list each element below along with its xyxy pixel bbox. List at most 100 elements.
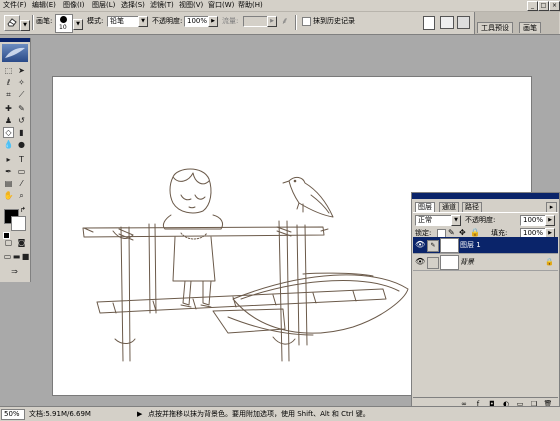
layer-name[interactable]: 背景 bbox=[460, 257, 474, 267]
flow-label: 流量: bbox=[222, 17, 239, 25]
menu-image[interactable]: 图像(I) bbox=[63, 1, 85, 10]
zoom-field[interactable]: 50% bbox=[1, 409, 25, 420]
toolbox-titlebar[interactable] bbox=[0, 38, 30, 42]
magic-wand-tool-icon[interactable]: ✧ bbox=[16, 77, 27, 88]
path-selection-tool-icon[interactable]: ▸ bbox=[3, 154, 14, 165]
menu-file[interactable]: 文件(F) bbox=[3, 1, 27, 10]
mode-label: 模式: bbox=[87, 17, 104, 25]
panel-titlebar[interactable] bbox=[412, 193, 559, 199]
background-color-swatch[interactable] bbox=[11, 216, 26, 231]
eyedropper-tool-icon[interactable]: ⁄ bbox=[16, 178, 27, 189]
tab-brushes[interactable]: 画笔 bbox=[519, 22, 541, 33]
zoom-tool-icon[interactable]: ⌕ bbox=[16, 190, 27, 201]
airbrush-icon[interactable]: ⸙ bbox=[281, 17, 289, 27]
layers-panel: 图层 通道 路径 ▸ 正常 ▼ 不透明度: 100% ▶ 锁定: ✎ ✥ 🔒 填… bbox=[411, 192, 560, 412]
menu-window[interactable]: 窗口(W) bbox=[208, 1, 234, 10]
mode-dropdown-icon[interactable]: ▼ bbox=[138, 16, 148, 27]
palette-well-icon[interactable] bbox=[457, 16, 470, 29]
notes-tool-icon[interactable]: ▤ bbox=[3, 178, 14, 189]
menu-select[interactable]: 选择(S) bbox=[121, 1, 145, 10]
close-button[interactable]: × bbox=[549, 1, 560, 11]
brush-dropdown-icon[interactable]: ▼ bbox=[73, 19, 83, 30]
eye-icon[interactable]: 👁 bbox=[415, 257, 425, 267]
document-size: 文档:5.91M/6.69M bbox=[29, 410, 91, 418]
document-icon[interactable] bbox=[423, 16, 435, 30]
type-tool-icon[interactable]: T bbox=[16, 154, 27, 165]
erase-to-history-checkbox[interactable] bbox=[302, 17, 311, 26]
layer-row-layer-1[interactable]: 👁 ✎ 图层 1 bbox=[413, 237, 558, 254]
slice-tool-icon[interactable]: ⟋ bbox=[16, 89, 27, 100]
move-tool-icon[interactable]: ➤ bbox=[16, 65, 27, 76]
crop-tool-icon[interactable]: ⌗ bbox=[3, 89, 14, 100]
tab-channels[interactable]: 通道 bbox=[439, 202, 459, 212]
jump-to-imageready-icon[interactable]: ⇒ bbox=[9, 266, 20, 277]
lasso-tool-icon[interactable]: ℓ bbox=[3, 77, 14, 88]
separator bbox=[295, 15, 297, 30]
layer-opacity-input[interactable]: 100% bbox=[520, 215, 546, 226]
palette-well: 工具预设 画笔 bbox=[474, 12, 559, 34]
status-hint: 点按并拖移以抹为背景色。要用附加选项，使用 Shift、Alt 和 Ctrl 键… bbox=[148, 410, 370, 418]
opacity-label: 不透明度: bbox=[152, 17, 183, 25]
full-screen-mode-icon[interactable]: ■ bbox=[20, 251, 31, 262]
separator bbox=[32, 15, 34, 30]
photoshop-logo bbox=[2, 44, 28, 62]
menu-layer[interactable]: 图层(L) bbox=[92, 1, 115, 10]
tab-tool-presets[interactable]: 工具预设 bbox=[477, 22, 513, 33]
eraser-icon bbox=[7, 18, 17, 27]
opacity-dropdown-icon[interactable]: ▶ bbox=[208, 16, 218, 27]
marquee-tool-icon[interactable]: ⬚ bbox=[3, 65, 14, 76]
layer-row-background[interactable]: 👁 背景 🔒 bbox=[413, 254, 558, 271]
standard-mode-icon[interactable]: ▢ bbox=[3, 237, 14, 248]
brush-link-icon[interactable]: ✎ bbox=[427, 240, 439, 252]
eraser-tool-icon[interactable]: ◇ bbox=[3, 127, 14, 138]
tab-paths[interactable]: 路径 bbox=[462, 202, 482, 212]
tab-layers[interactable]: 图层 bbox=[415, 202, 435, 212]
link-slot-icon[interactable] bbox=[427, 257, 439, 269]
menu-help[interactable]: 帮助(H) bbox=[238, 1, 263, 10]
swap-colors-icon[interactable]: ↱ bbox=[20, 207, 26, 214]
flow-input[interactable] bbox=[243, 16, 269, 27]
file-browser-icon[interactable] bbox=[440, 16, 454, 29]
blend-mode-select[interactable]: 正常 bbox=[415, 215, 453, 226]
options-bar: ▼ 画笔: 10 ▼ 模式: 铅笔 ▼ 不透明度: 100% ▶ 流量: ▶ ⸙… bbox=[0, 12, 560, 35]
tool-preset-dropdown-icon[interactable]: ▼ bbox=[20, 20, 30, 31]
pen-tool-icon[interactable]: ✒ bbox=[3, 166, 14, 177]
dodge-tool-icon[interactable]: ● bbox=[16, 139, 27, 150]
healing-brush-tool-icon[interactable]: ✚ bbox=[3, 103, 14, 114]
flow-dropdown-icon[interactable]: ▶ bbox=[267, 16, 277, 27]
gradient-tool-icon[interactable]: ▮ bbox=[16, 127, 27, 138]
status-menu-icon[interactable]: ▶ bbox=[137, 410, 142, 418]
brush-label: 画笔: bbox=[36, 17, 53, 25]
clone-stamp-tool-icon[interactable]: ♟ bbox=[3, 115, 14, 126]
shape-tool-icon[interactable]: ▭ bbox=[16, 166, 27, 177]
layer-opacity-label: 不透明度: bbox=[465, 216, 496, 224]
status-bar: 50% 文档:5.91M/6.69M ▶ 点按并拖移以抹为背景色。要用附加选项，… bbox=[0, 406, 560, 421]
toolbox: ⬚ ➤ ℓ ✧ ⌗ ⟋ ✚ ✎ ♟ ↺ ◇ ▮ 💧 ● ▸ T ✒ ▭ ▤ ⁄ … bbox=[0, 38, 31, 282]
layer-name[interactable]: 图层 1 bbox=[460, 240, 481, 250]
layer-thumbnail bbox=[440, 238, 459, 253]
quick-mask-mode-icon[interactable]: ◙ bbox=[16, 237, 27, 248]
history-brush-tool-icon[interactable]: ↺ bbox=[16, 115, 27, 126]
menu-edit[interactable]: 编辑(E) bbox=[32, 1, 56, 10]
eye-icon[interactable]: 👁 bbox=[415, 240, 425, 250]
blend-mode-dropdown-icon[interactable]: ▼ bbox=[451, 215, 461, 226]
brush-tip-icon bbox=[60, 16, 67, 23]
maximize-button[interactable]: □ bbox=[538, 1, 549, 11]
brush-picker[interactable]: 10 bbox=[55, 14, 73, 33]
brush-tool-icon[interactable]: ✎ bbox=[16, 103, 27, 114]
lock-icon: 🔒 bbox=[545, 258, 554, 266]
mode-select[interactable]: 铅笔 bbox=[107, 16, 141, 27]
opacity-input[interactable]: 100% bbox=[184, 16, 210, 27]
menu-bar: 文件(F) 编辑(E) 图像(I) 图层(L) 选择(S) 滤镜(T) 视图(V… bbox=[0, 0, 560, 12]
brush-size: 10 bbox=[59, 24, 67, 31]
feather-icon bbox=[5, 47, 25, 58]
blur-tool-icon[interactable]: 💧 bbox=[3, 139, 14, 150]
erase-to-history-label: 抹到历史记录 bbox=[313, 17, 355, 25]
layer-thumbnail bbox=[440, 255, 459, 270]
hand-tool-icon[interactable]: ✋ bbox=[3, 190, 14, 201]
menu-view[interactable]: 视图(V) bbox=[179, 1, 203, 10]
minimize-button[interactable]: _ bbox=[527, 1, 538, 11]
layer-opacity-dropdown-icon[interactable]: ▶ bbox=[545, 215, 555, 226]
menu-filter[interactable]: 滤镜(T) bbox=[150, 1, 174, 10]
tool-preset-picker[interactable] bbox=[4, 15, 20, 31]
